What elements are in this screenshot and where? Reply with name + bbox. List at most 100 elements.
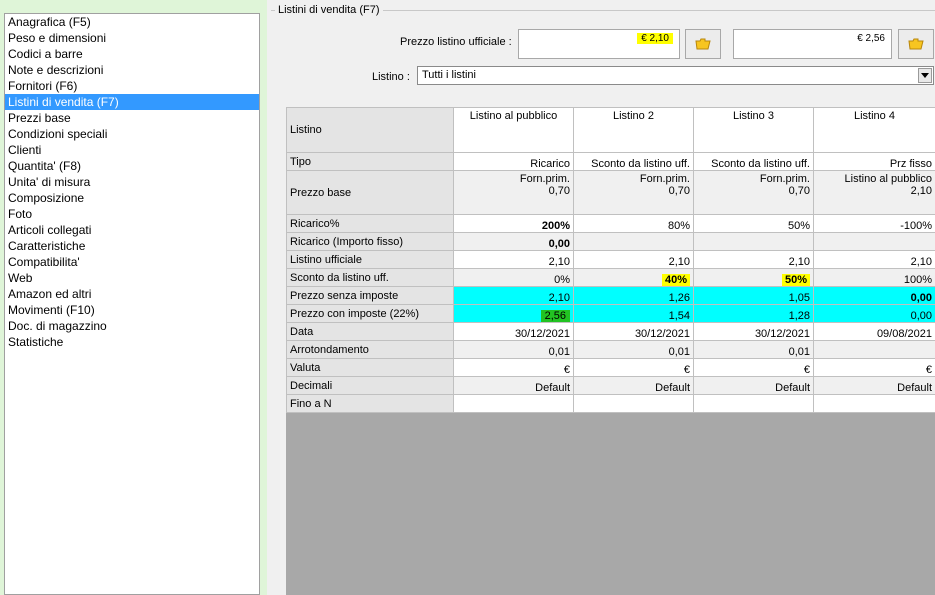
sidebar-item-articoli-collegati[interactable]: Articoli collegati: [5, 222, 259, 238]
table-cell[interactable]: €: [813, 358, 935, 377]
column-header[interactable]: Listino 2: [573, 107, 694, 153]
table-cell[interactable]: Prz fisso: [813, 152, 935, 171]
table-row-listino-ufficiale: Listino ufficiale 2,10 2,10 2,10 2,10: [286, 250, 935, 269]
cell-line: Forn.prim.: [519, 173, 570, 185]
chevron-down-icon[interactable]: [918, 68, 932, 83]
grid-corner: Listino: [286, 107, 454, 153]
table-row-senza-imposte: Prezzo senza imposte 2,10 1,26 1,05 0,00: [286, 286, 935, 305]
table-cell[interactable]: Sconto da listino uff.: [693, 152, 814, 171]
sidebar-item-listini-vendita[interactable]: Listini di vendita (F7): [5, 94, 259, 110]
table-cell[interactable]: [693, 394, 814, 413]
open-folder-button-2[interactable]: [898, 29, 934, 59]
table-cell[interactable]: Listino al pubblico 2,10: [813, 170, 935, 215]
row-header: Fino a N: [286, 394, 454, 413]
sidebar-item-peso-dimensioni[interactable]: Peso e dimensioni: [5, 30, 259, 46]
table-cell[interactable]: [453, 394, 574, 413]
table-cell[interactable]: 30/12/2021: [453, 322, 574, 341]
sidebar-item-foto[interactable]: Foto: [5, 206, 259, 222]
table-cell[interactable]: 1,54: [573, 304, 694, 323]
table-cell[interactable]: [573, 232, 694, 251]
table-cell[interactable]: 2,10: [693, 250, 814, 269]
sidebar-item-condizioni-speciali[interactable]: Condizioni speciali: [5, 126, 259, 142]
table-cell[interactable]: 1,28: [693, 304, 814, 323]
listino-select[interactable]: Tutti i listini: [417, 66, 934, 85]
table-cell[interactable]: 80%: [573, 214, 694, 233]
sidebar-item-codici-barre[interactable]: Codici a barre: [5, 46, 259, 62]
table-cell[interactable]: 0,00: [813, 286, 935, 305]
table-row-decimali: Decimali Default Default Default Default: [286, 376, 935, 395]
sidebar-item-movimenti[interactable]: Movimenti (F10): [5, 302, 259, 318]
column-header[interactable]: Listino al pubblico: [453, 107, 574, 153]
sidebar-item-unita-misura[interactable]: Unita' di misura: [5, 174, 259, 190]
sidebar-item-amazon[interactable]: Amazon ed altri: [5, 286, 259, 302]
sidebar-item-statistiche[interactable]: Statistiche: [5, 334, 259, 350]
table-cell[interactable]: 1,05: [693, 286, 814, 305]
table-cell[interactable]: €: [693, 358, 814, 377]
sidebar-item-doc-magazzino[interactable]: Doc. di magazzino: [5, 318, 259, 334]
listino-label: Listino :: [372, 71, 410, 83]
table-cell[interactable]: 2,10: [453, 286, 574, 305]
row-header: Prezzo con imposte (22%): [286, 304, 454, 323]
table-cell[interactable]: 0,01: [693, 340, 814, 359]
table-cell[interactable]: 200%: [453, 214, 574, 233]
table-cell[interactable]: -100%: [813, 214, 935, 233]
table-cell[interactable]: Default: [453, 376, 574, 395]
table-row-valuta: Valuta € € € €: [286, 358, 935, 377]
table-cell[interactable]: 2,10: [573, 250, 694, 269]
sidebar-item-quantita[interactable]: Quantita' (F8): [5, 158, 259, 174]
row-header: Decimali: [286, 376, 454, 395]
table-cell[interactable]: Forn.prim. 0,70: [693, 170, 814, 215]
table-cell[interactable]: 30/12/2021: [573, 322, 694, 341]
prezzo-listino-field-1[interactable]: € 2,10: [518, 29, 680, 59]
sidebar-item-fornitori[interactable]: Fornitori (F6): [5, 78, 259, 94]
cell-line: Listino al pubblico: [844, 173, 932, 185]
table-cell[interactable]: 2,10: [453, 250, 574, 269]
column-header[interactable]: Listino 3: [693, 107, 814, 153]
prezzo-listino-field-2[interactable]: € 2,56: [733, 29, 892, 59]
table-cell[interactable]: 50%: [693, 214, 814, 233]
table-row-con-imposte: Prezzo con imposte (22%) 2,56 1,54 1,28 …: [286, 304, 935, 323]
table-cell[interactable]: Forn.prim. 0,70: [453, 170, 574, 215]
table-cell[interactable]: 0%: [453, 268, 574, 287]
table-cell[interactable]: 0,01: [453, 340, 574, 359]
table-cell[interactable]: [573, 394, 694, 413]
table-cell[interactable]: 09/08/2021: [813, 322, 935, 341]
table-cell[interactable]: [693, 232, 814, 251]
table-cell[interactable]: 0,01: [573, 340, 694, 359]
table-cell[interactable]: 1,26: [573, 286, 694, 305]
sidebar-item-caratteristiche[interactable]: Caratteristiche: [5, 238, 259, 254]
sidebar-item-clienti[interactable]: Clienti: [5, 142, 259, 158]
sidebar-item-composizione[interactable]: Composizione: [5, 190, 259, 206]
sidebar-item-prezzi-base[interactable]: Prezzi base: [5, 110, 259, 126]
table-cell[interactable]: 50%: [693, 268, 814, 287]
table-cell[interactable]: Ricarico: [453, 152, 574, 171]
table-cell[interactable]: Default: [693, 376, 814, 395]
sidebar-item-compatibilita[interactable]: Compatibilita': [5, 254, 259, 270]
table-cell[interactable]: €: [573, 358, 694, 377]
table-cell[interactable]: 0,00: [453, 232, 574, 251]
table-cell[interactable]: 40%: [573, 268, 694, 287]
open-folder-button-1[interactable]: [685, 29, 721, 59]
table-cell[interactable]: [813, 394, 935, 413]
row-header: Prezzo senza imposte: [286, 286, 454, 305]
table-cell[interactable]: [813, 232, 935, 251]
table-cell[interactable]: 2,56: [453, 304, 574, 323]
row-header: Listino ufficiale: [286, 250, 454, 269]
table-cell[interactable]: Default: [573, 376, 694, 395]
table-cell[interactable]: Default: [813, 376, 935, 395]
table-cell[interactable]: 0,00: [813, 304, 935, 323]
table-cell[interactable]: €: [453, 358, 574, 377]
listini-panel: Listini di vendita (F7) Prezzo listino u…: [267, 0, 935, 595]
table-cell[interactable]: [813, 340, 935, 359]
table-cell[interactable]: 30/12/2021: [693, 322, 814, 341]
column-header[interactable]: Listino 4: [813, 107, 935, 153]
table-cell[interactable]: 100%: [813, 268, 935, 287]
table-cell[interactable]: Forn.prim. 0,70: [573, 170, 694, 215]
highlighted-value: 2,56: [540, 310, 570, 322]
table-cell[interactable]: 2,10: [813, 250, 935, 269]
sidebar-item-note-descrizioni[interactable]: Note e descrizioni: [5, 62, 259, 78]
table-cell[interactable]: Sconto da listino uff.: [573, 152, 694, 171]
sidebar-item-anagrafica[interactable]: Anagrafica (F5): [5, 14, 259, 30]
row-header: Valuta: [286, 358, 454, 377]
sidebar-item-web[interactable]: Web: [5, 270, 259, 286]
